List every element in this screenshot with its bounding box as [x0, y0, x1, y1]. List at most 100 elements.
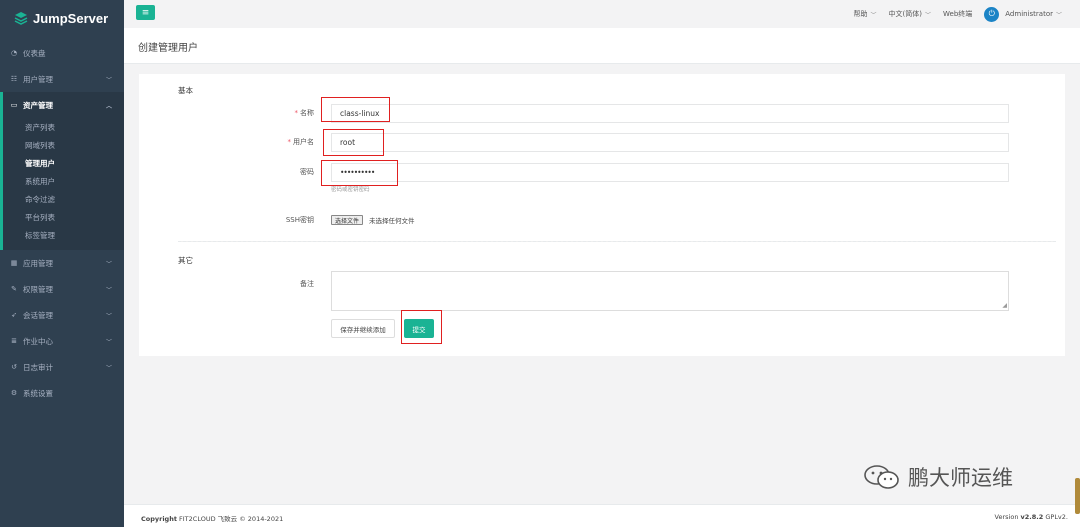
user-name: Administrator [1005, 10, 1053, 18]
sidebar-subitem-domain-list[interactable]: 网域列表 [3, 136, 124, 154]
brand-name: JumpServer [33, 10, 109, 26]
username-input[interactable]: root [331, 133, 1009, 152]
password-help-text: 密码或密钥密码 [331, 187, 370, 193]
sidebar-subitem-label-mgmt[interactable]: 标签管理 [3, 226, 124, 244]
web-terminal-link[interactable]: Web终端 [943, 9, 972, 19]
user-dropdown[interactable]: ⏻ Administrator ﹀ [984, 6, 1062, 22]
section-divider [178, 241, 1056, 242]
version-prefix: Version [994, 513, 1019, 521]
sidebar-item-label: 仪表盘 [23, 48, 46, 58]
sidebar-nav: ◔ 仪表盘 ☷ 用户管理 ﹀ ▭ 资产管理 ︿ 资产列表 网域列表 管理用户 系… [0, 40, 124, 406]
name-label-text: 名称 [300, 109, 314, 117]
help-dropdown[interactable]: 帮助 ﹀ [854, 9, 877, 19]
create-admin-user-form: 基本 * 名称 class-linux * 用户名 root 密码 ••••••••… [139, 74, 1065, 356]
web-terminal-label: Web终端 [943, 10, 973, 18]
chevron-down-icon: ﹀ [105, 286, 112, 294]
sidebar-group-assets: ▭ 资产管理 ︿ 资产列表 网域列表 管理用户 系统用户 命令过滤 平台列表 标… [0, 92, 124, 250]
password-input[interactable]: •••••••••• [331, 163, 1009, 182]
help-label: 帮助 [853, 10, 868, 18]
choose-file-button[interactable]: 选择文件 [331, 215, 364, 225]
menu-toggle-button[interactable]: ≡ [136, 5, 155, 20]
sidebar-item-label: 用户管理 [23, 74, 53, 84]
highlight-box-submit [401, 310, 442, 344]
dashboard-icon: ◔ [10, 49, 18, 57]
page-heading: 创建管理用户 [124, 28, 1080, 64]
sidebar-item-perms[interactable]: ✎ 权限管理 ﹀ [0, 276, 124, 302]
sidebar-item-settings[interactable]: ⚙ 系统设置 [0, 380, 124, 406]
sidebar-subitem-admin-user[interactable]: 管理用户 [3, 154, 124, 172]
chevron-down-icon: ﹀ [105, 76, 112, 84]
required-marker: * [294, 109, 299, 117]
sidebar-item-label: 应用管理 [23, 258, 53, 268]
brand-logo[interactable]: JumpServer [0, 0, 124, 36]
user-avatar-icon: ⏻ [984, 6, 1000, 22]
sidebar-item-users[interactable]: ☷ 用户管理 ﹀ [0, 66, 124, 92]
highlight-box-username [323, 129, 384, 156]
password-label: 密码 [300, 168, 314, 176]
page-title: 创建管理用户 [138, 43, 198, 54]
required-marker: * [287, 138, 292, 146]
chevron-down-icon: ﹀ [105, 338, 112, 346]
comment-textarea[interactable]: ◢ [331, 271, 1009, 311]
sidebar-item-sessions[interactable]: ➶ 会话管理 ﹀ [0, 302, 124, 328]
username-label-text: 用户名 [293, 138, 314, 146]
sidebar-subitem-cmd-filter[interactable]: 命令过滤 [3, 190, 124, 208]
footer: Copyright FIT2CLOUD 飞致云 © 2014-2021 Vers… [124, 504, 1080, 527]
chevron-down-icon: ﹀ [105, 312, 112, 320]
users-icon: ☷ [10, 75, 18, 83]
ssh-key-label: SSH密钥 [285, 216, 314, 224]
chevron-down-icon: ﹀ [1055, 11, 1062, 19]
file-status-text: 未选择任何文件 [369, 217, 415, 225]
sidebar-submenu: 资产列表 网域列表 管理用户 系统用户 命令过滤 平台列表 标签管理 [3, 118, 124, 250]
resize-handle-icon[interactable]: ◢ [1002, 302, 1007, 309]
sidebar-item-label: 作业中心 [23, 336, 53, 346]
copyright-text: FIT2CLOUD 飞致云 © 2014-2021 [179, 515, 284, 523]
watermark-text: 鹏大师运维 [908, 466, 1013, 490]
edit-icon: ✎ [11, 285, 17, 293]
sidebar-item-label: 系统设置 [23, 388, 53, 398]
grid-icon: ▦ [10, 259, 18, 267]
chevron-down-icon: ﹀ [105, 364, 112, 372]
version-number: v2.8.2 [1020, 513, 1044, 521]
logo-icon [14, 12, 28, 25]
sidebar-subitem-asset-list[interactable]: 资产列表 [3, 118, 124, 136]
footer-copyright: Copyright FIT2CLOUD 飞致云 © 2014-2021 [141, 513, 283, 523]
top-navbar: ≡ 帮助 ﹀ 中文(简体) ﹀ Web终端 ⏻ Administrator ﹀ [124, 0, 1080, 28]
name-input[interactable]: class-linux [331, 104, 1009, 123]
top-right-menu: 帮助 ﹀ 中文(简体) ﹀ Web终端 ⏻ Administrator ﹀ [854, 0, 1062, 28]
wechat-icon [864, 465, 899, 489]
history-icon: ↺ [11, 363, 17, 371]
section-title-basic: 基本 [178, 86, 193, 95]
username-label: * 用户名 [234, 137, 315, 147]
chevron-down-icon: ﹀ [105, 260, 112, 268]
footer-version: Version v2.8.2 GPLv2. [995, 513, 1068, 521]
sidebar-item-assets[interactable]: ▭ 资产管理 ︿ [3, 92, 124, 118]
language-label: 中文(简体) [888, 10, 922, 18]
wechat-watermark: 鹏大师运维 [862, 462, 1013, 492]
sidebar-subitem-platform-list[interactable]: 平台列表 [3, 208, 124, 226]
list-icon: ≣ [11, 337, 17, 345]
inbox-icon: ▭ [10, 101, 18, 109]
scrollbar-thumb[interactable] [1075, 478, 1080, 514]
copyright-bold: Copyright [141, 515, 177, 523]
name-label: * 名称 [234, 108, 315, 118]
sidebar: JumpServer ◔ 仪表盘 ☷ 用户管理 ﹀ ▭ 资产管理 ︿ 资产列表 … [0, 0, 124, 527]
cogs-icon: ⚙ [10, 389, 18, 397]
sidebar-item-label: 会话管理 [23, 310, 53, 320]
sidebar-item-label: 资产管理 [23, 100, 53, 110]
highlight-box-password [321, 160, 398, 186]
chevron-up-icon: ︿ [105, 102, 112, 110]
chevron-down-icon: ﹀ [924, 11, 931, 19]
license-text: GPLv2. [1045, 513, 1068, 521]
hamburger-icon: ≡ [141, 7, 150, 18]
sidebar-item-label: 权限管理 [23, 284, 53, 294]
sidebar-item-dashboard[interactable]: ◔ 仪表盘 [0, 40, 124, 66]
sidebar-item-applications[interactable]: ▦ 应用管理 ﹀ [0, 250, 124, 276]
language-dropdown[interactable]: 中文(简体) ﹀ [889, 9, 931, 19]
save-and-continue-button[interactable]: 保存并继续添加 [331, 319, 395, 338]
section-title-other: 其它 [178, 256, 193, 265]
sidebar-subitem-system-user[interactable]: 系统用户 [3, 172, 124, 190]
sidebar-item-jobs[interactable]: ≣ 作业中心 ﹀ [0, 328, 124, 354]
sidebar-item-audit[interactable]: ↺ 日志审计 ﹀ [0, 354, 124, 380]
highlight-box-name [321, 97, 390, 122]
